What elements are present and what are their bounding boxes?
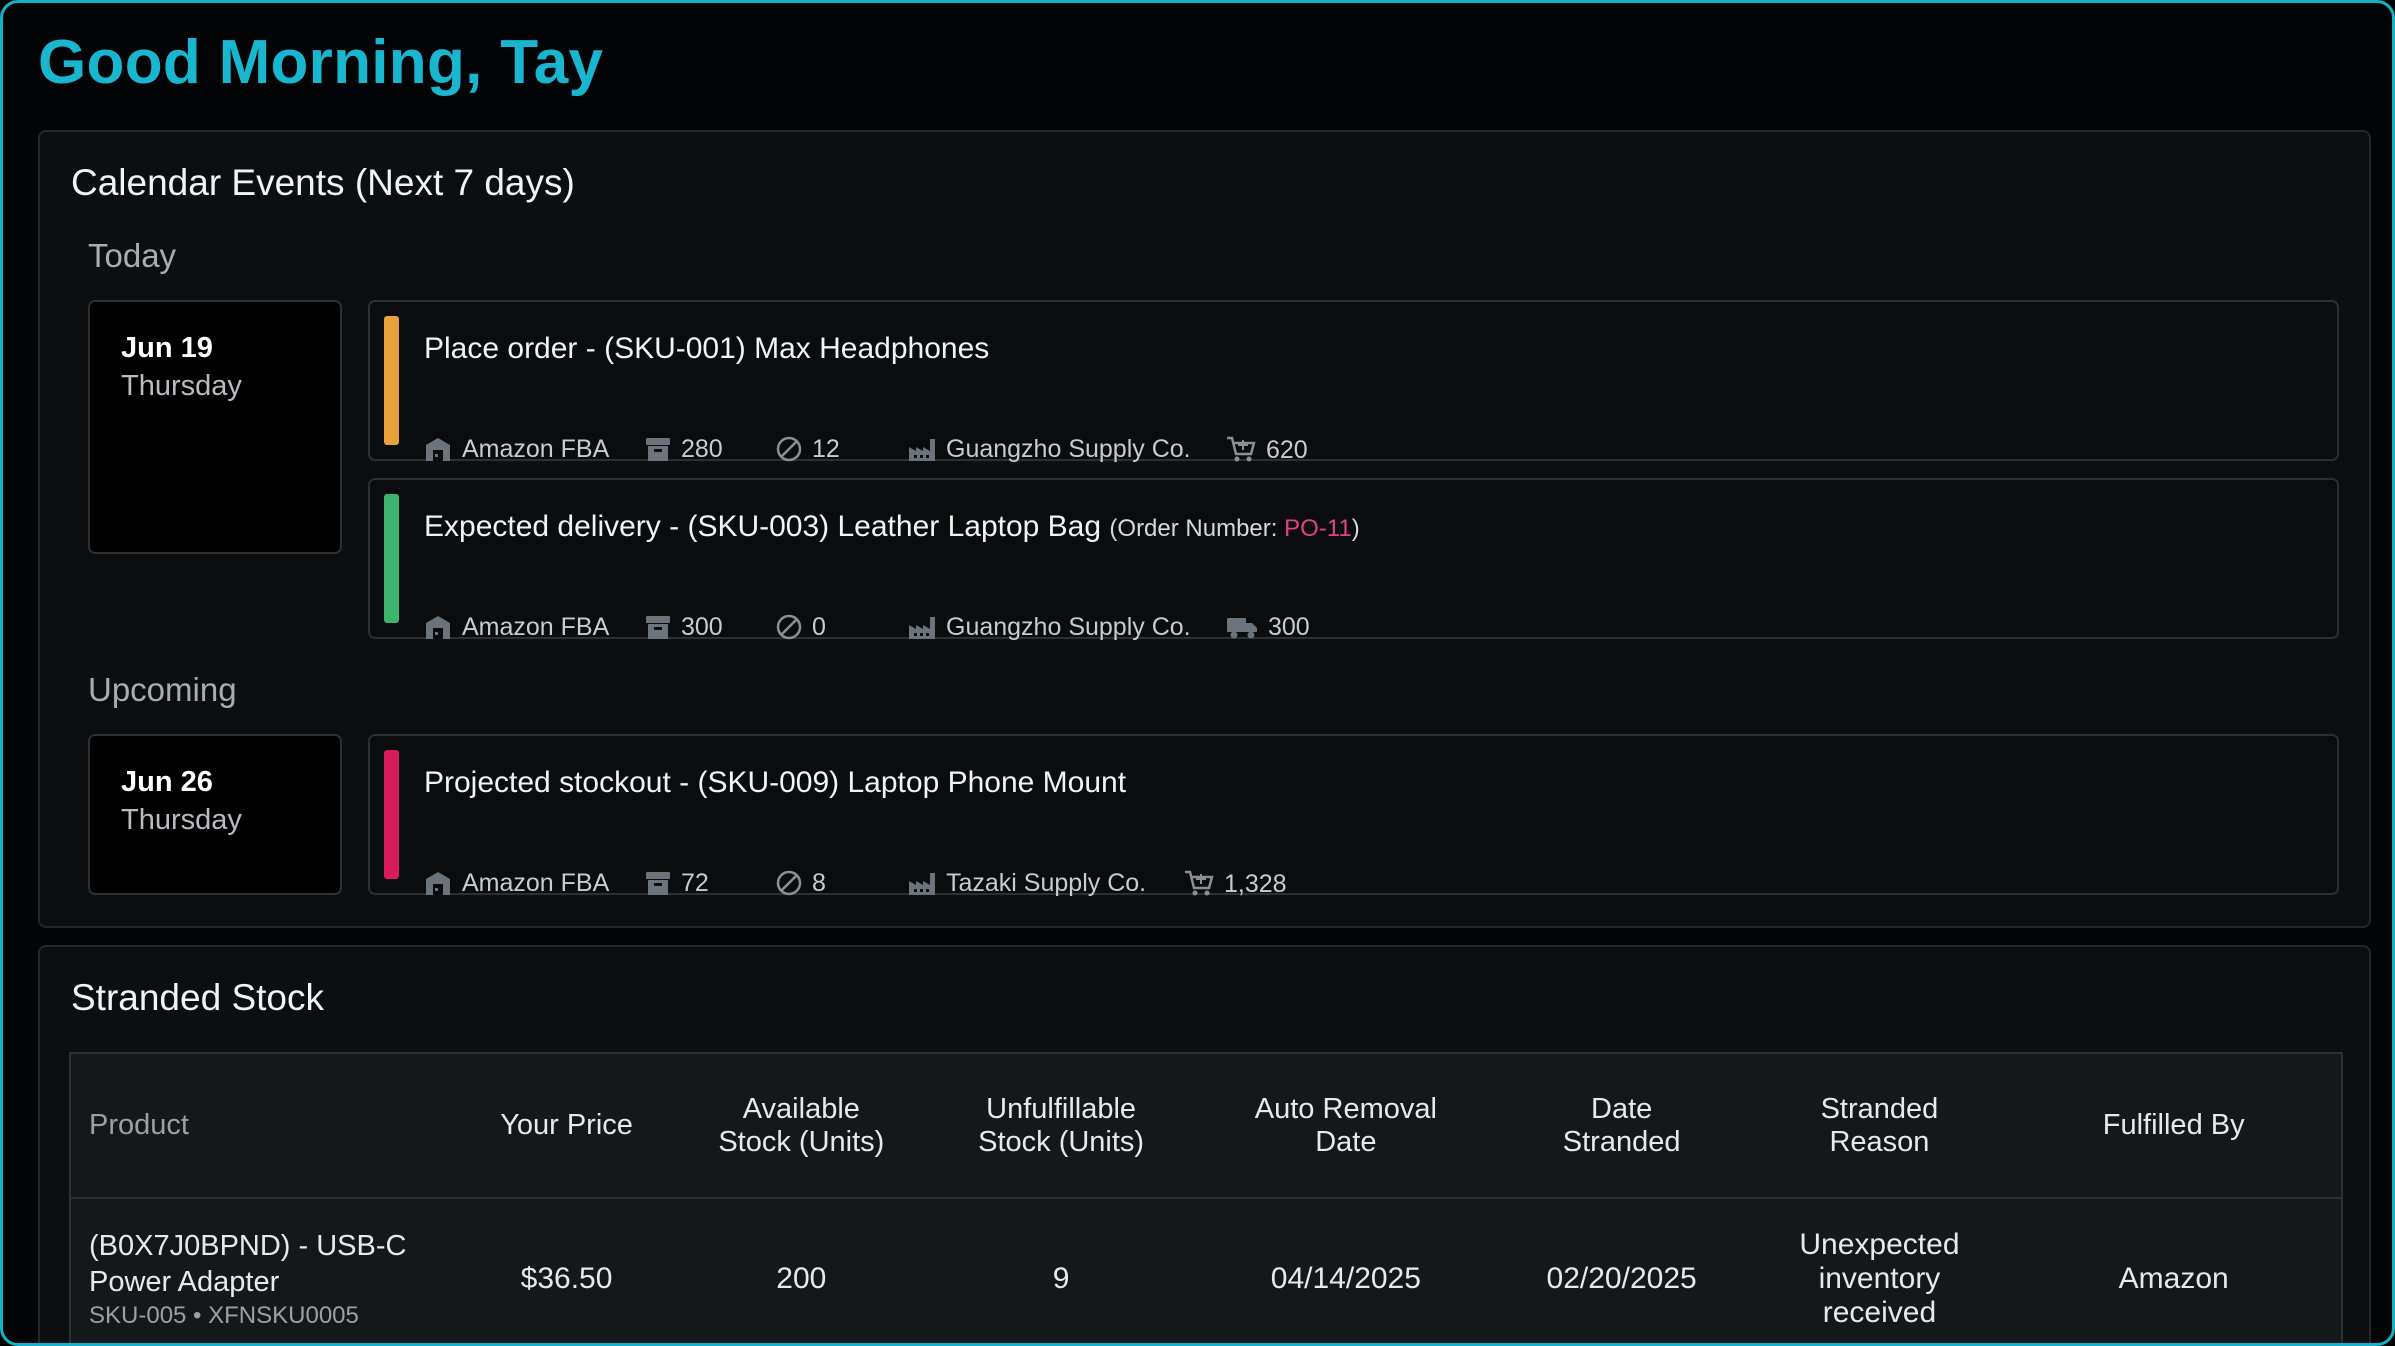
channel: Amazon FBA — [424, 435, 609, 464]
order-quantity: 1,328 — [1184, 869, 1287, 899]
cart-icon — [1227, 436, 1256, 462]
calendar-event-card[interactable]: Expected delivery - (SKU-003) Leather La… — [368, 478, 2339, 642]
stock-count: 72 — [645, 869, 709, 898]
factory-icon — [909, 873, 935, 895]
product-cell: (B0X7J0BPND) - USB-C Power Adapter SKU-00… — [70, 1198, 452, 1343]
column-header-fulfilled-by[interactable]: Fulfilled By — [2006, 1053, 2342, 1199]
stranded-stock-table: Product Your Price Available Stock (Units… — [69, 1052, 2343, 1343]
event-title: Projected stockout - (SKU-009) Laptop Ph… — [424, 766, 1127, 799]
warehouse-icon — [426, 872, 450, 895]
event-status-bar — [384, 494, 399, 623]
unfulfillable-cell: 9 — [1052, 1262, 1070, 1295]
calendar-panel-title: Calendar Events (Next 7 days) — [71, 162, 575, 203]
today-date-card: Jun 19 Thursday — [88, 300, 342, 554]
unfulfillable-count: 0 — [776, 613, 826, 642]
prohibited-icon — [776, 870, 802, 896]
order-number-link[interactable]: PO-11 — [1284, 515, 1352, 542]
event-status-bar — [384, 316, 399, 445]
event-status-bar — [384, 750, 399, 879]
fulfilled-by-cell: Amazon — [2118, 1262, 2229, 1295]
stranded-panel-title: Stranded Stock — [71, 977, 324, 1018]
factory-icon — [909, 617, 935, 639]
prohibited-icon — [776, 614, 802, 640]
calendar-event-card[interactable]: Projected stockout - (SKU-009) Laptop Ph… — [368, 734, 2339, 898]
archive-box-icon — [646, 872, 670, 895]
available-cell: 200 — [776, 1262, 827, 1295]
reason-cell: Unexpected inventory received — [1799, 1228, 1960, 1329]
auto-removal-cell: 04/14/2025 — [1270, 1262, 1421, 1295]
channel: Amazon FBA — [424, 869, 609, 898]
upcoming-date: Jun 26 — [121, 766, 213, 798]
cart-icon — [1185, 870, 1214, 896]
product-name: (B0X7J0BPND) - USB-C Power Adapter — [89, 1230, 407, 1298]
today-label: Today — [88, 237, 177, 274]
unfulfillable-count: 12 — [776, 435, 840, 464]
channel: Amazon FBA — [424, 613, 609, 642]
table-header-row: Product Your Price Available Stock (Units… — [70, 1053, 2342, 1199]
supplier: Tazaki Supply Co. — [908, 869, 1146, 898]
upcoming-date-card: Jun 26 Thursday — [88, 734, 342, 895]
factory-icon — [909, 439, 935, 461]
column-header-auto-removal[interactable]: Auto Removal Date — [1200, 1053, 1491, 1199]
price-cell: $36.50 — [520, 1262, 613, 1295]
greeting-title: Good Morning, Tay — [38, 28, 604, 97]
upcoming-weekday: Thursday — [121, 804, 242, 836]
upcoming-label: Upcoming — [88, 671, 237, 708]
warehouse-icon — [426, 438, 450, 461]
truck-icon — [1227, 618, 1257, 639]
today-weekday: Thursday — [121, 370, 242, 402]
column-header-unfulfillable[interactable]: Unfulfillable Stock (Units) — [921, 1053, 1201, 1199]
table-row[interactable]: (B0X7J0BPND) - USB-C Power Adapter SKU-00… — [70, 1198, 2342, 1343]
column-header-reason[interactable]: Stranded Reason — [1752, 1053, 2007, 1199]
column-header-date-stranded[interactable]: Date Stranded — [1490, 1053, 1753, 1199]
app-frame: Good Morning, Tay Calendar Events (Next … — [0, 0, 2395, 1346]
archive-box-icon — [646, 438, 670, 461]
delivery-quantity: 300 — [1226, 613, 1310, 642]
event-title: Expected delivery - (SKU-003) Leather La… — [424, 510, 1360, 543]
stock-count: 300 — [645, 613, 723, 642]
archive-box-icon — [646, 616, 670, 639]
supplier: Guangzho Supply Co. — [908, 613, 1191, 642]
product-sku: SKU-005 • XFNSKU0005 — [89, 1302, 359, 1329]
order-quantity: 620 — [1226, 435, 1308, 465]
column-header-product[interactable]: Product — [70, 1053, 452, 1199]
calendar-events-panel: Calendar Events (Next 7 days) Today Jun … — [38, 130, 2371, 928]
calendar-event-card[interactable]: Place order - (SKU-001) Max Headphones A… — [368, 300, 2339, 464]
event-title: Place order - (SKU-001) Max Headphones — [424, 332, 990, 365]
stranded-stock-panel: Stranded Stock Product Your Price Availa… — [38, 945, 2371, 1343]
today-date: Jun 19 — [121, 332, 213, 364]
warehouse-icon — [426, 616, 450, 639]
stock-count: 280 — [645, 435, 723, 464]
date-stranded-cell: 02/20/2025 — [1546, 1262, 1697, 1295]
column-header-available[interactable]: Available Stock (Units) — [681, 1053, 922, 1199]
column-header-price[interactable]: Your Price — [451, 1053, 682, 1199]
prohibited-icon — [776, 436, 802, 462]
unfulfillable-count: 8 — [776, 869, 826, 898]
supplier: Guangzho Supply Co. — [908, 435, 1191, 464]
